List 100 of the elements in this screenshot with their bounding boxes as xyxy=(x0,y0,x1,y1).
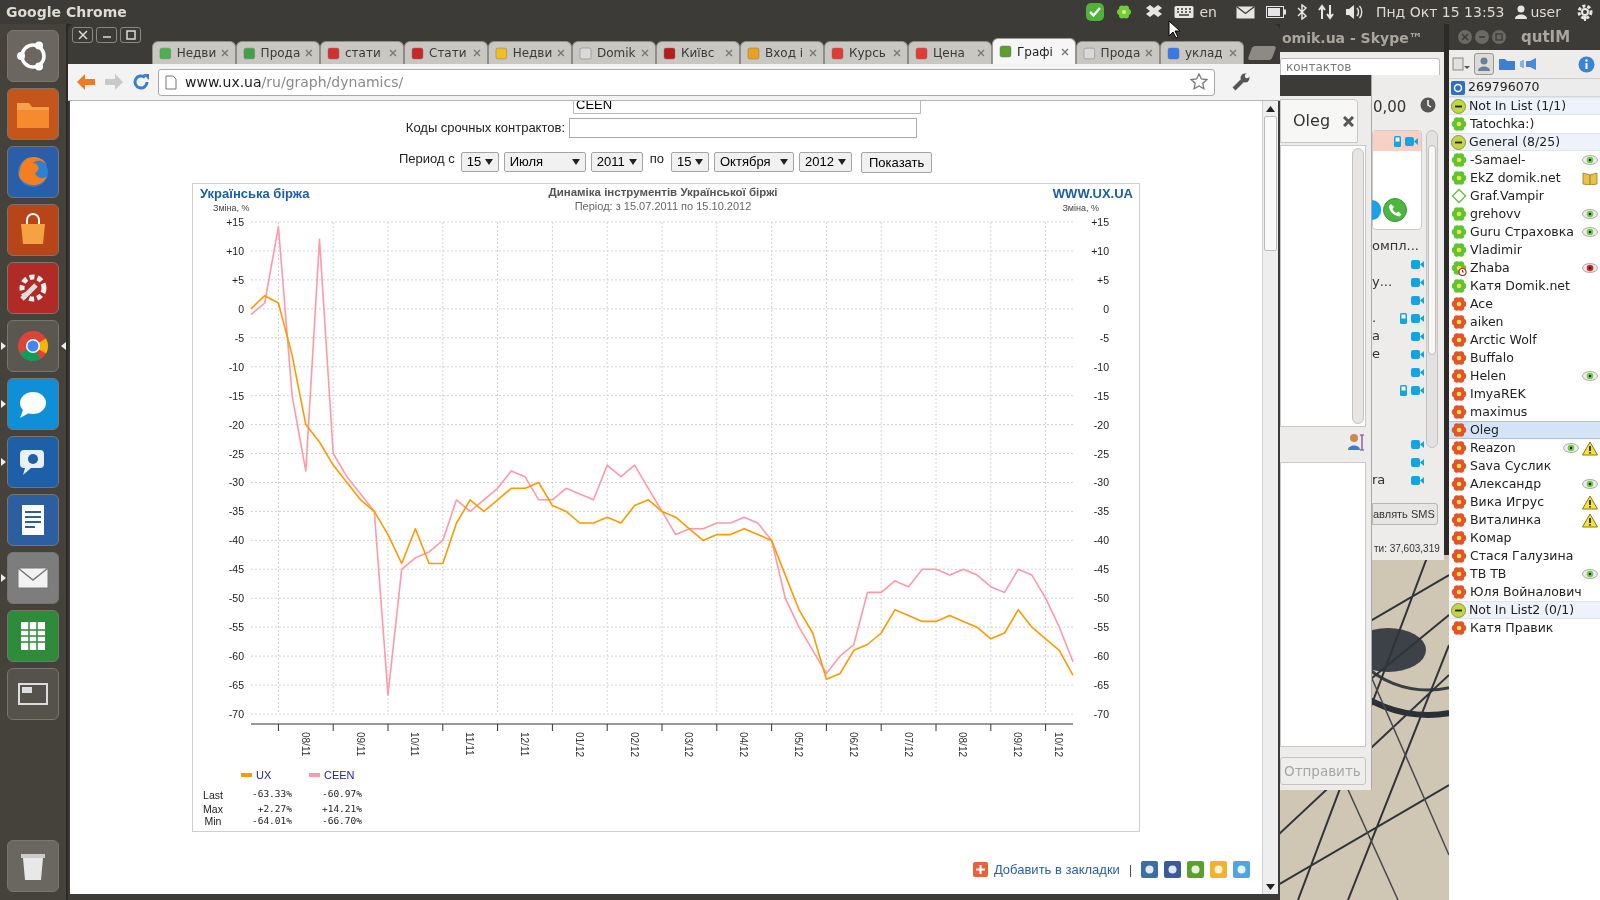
document-icon[interactable] xyxy=(7,494,59,546)
bluetooth-icon[interactable] xyxy=(1296,4,1307,20)
share-icon[interactable] xyxy=(1164,861,1181,879)
clock-icon[interactable] xyxy=(1420,97,1436,113)
collapse-icon[interactable] xyxy=(1451,98,1466,114)
contact-item[interactable]: Guru Страховка xyxy=(1449,223,1600,241)
browser-tab[interactable]: Прода xyxy=(1076,41,1160,64)
star-icon[interactable] xyxy=(1190,73,1208,91)
contact-item[interactable]: ImyaREK xyxy=(1449,385,1600,403)
contact-item[interactable]: Катя Domik.net xyxy=(1449,277,1600,295)
contact-item[interactable]: -Samael- xyxy=(1449,151,1600,169)
year-select[interactable]: 2012 xyxy=(799,152,852,172)
menu-icon[interactable] xyxy=(1452,56,1470,72)
contact-item[interactable]: Oleg xyxy=(1449,421,1600,439)
speaker-icon[interactable] xyxy=(1520,57,1538,71)
contact-item[interactable]: grehovv xyxy=(1449,205,1600,223)
contact-item[interactable]: Комар xyxy=(1449,529,1600,547)
contact-item[interactable]: Катя Правик xyxy=(1449,619,1600,637)
chat-tab[interactable]: Oleg xyxy=(1280,99,1358,143)
browser-tab[interactable]: Недви xyxy=(152,41,236,64)
contact-item[interactable]: Graf.Vampir xyxy=(1449,187,1600,205)
scroll-down-icon[interactable] xyxy=(1266,884,1275,890)
chat-button[interactable] xyxy=(1372,200,1381,220)
keyboard-layout[interactable]: en xyxy=(1199,1,1217,23)
scrollbar-thumb[interactable] xyxy=(1264,116,1277,251)
round-logo-icon[interactable] xyxy=(7,320,59,372)
bookmark-link[interactable]: Добавить в закладки xyxy=(993,860,1120,880)
group-header[interactable]: General (8/25) xyxy=(1449,133,1600,151)
volume-icon[interactable] xyxy=(1344,4,1363,20)
user-name[interactable]: user xyxy=(1530,1,1561,23)
group-header[interactable]: Not In List (1/1) xyxy=(1449,97,1600,115)
contact-item[interactable]: Ace xyxy=(1449,295,1600,313)
search-field[interactable]: контактов xyxy=(1280,58,1440,75)
browser-tab[interactable]: Недви xyxy=(488,41,572,64)
sms-button[interactable]: авлять SMS xyxy=(1372,503,1438,525)
person-icon[interactable] xyxy=(1348,433,1364,451)
day-select[interactable]: 15 xyxy=(460,152,499,172)
mail-icon[interactable] xyxy=(1235,5,1255,19)
folder-icon[interactable] xyxy=(1498,57,1516,71)
shopping-bag-icon[interactable] xyxy=(7,204,59,256)
browser-tab[interactable]: Стати xyxy=(404,41,488,64)
collapse-icon[interactable] xyxy=(1451,602,1466,618)
close-icon[interactable] xyxy=(1061,47,1069,56)
text-field[interactable] xyxy=(569,118,917,138)
day-select[interactable]: 15 xyxy=(671,152,709,172)
contact-item[interactable]: Виталинка xyxy=(1449,511,1600,529)
box-icon[interactable] xyxy=(1145,4,1164,20)
reload-button[interactable] xyxy=(132,73,150,91)
contact-item[interactable]: Zhaba xyxy=(1449,259,1600,277)
collapse-icon[interactable] xyxy=(1451,134,1466,150)
wrench-icon[interactable] xyxy=(1231,72,1251,92)
month-select[interactable]: Июля xyxy=(503,152,586,172)
browser-tab[interactable]: уклад xyxy=(1160,41,1244,64)
new-tab-button[interactable] xyxy=(1247,46,1277,60)
show-button[interactable]: Показать xyxy=(861,151,933,173)
back-button[interactable] xyxy=(76,73,96,91)
contact-item[interactable]: Стася Галузина xyxy=(1449,547,1600,565)
browser-tab[interactable]: Київс xyxy=(656,41,740,64)
contact-item[interactable]: Helen xyxy=(1449,367,1600,385)
info-icon[interactable] xyxy=(1578,55,1595,73)
browser-tab[interactable]: Вход і xyxy=(740,41,824,64)
share-icon[interactable] xyxy=(1141,861,1158,879)
browser-tab[interactable]: Графі xyxy=(992,38,1076,64)
wrench-icon[interactable] xyxy=(7,262,59,314)
contact-item[interactable]: aiken xyxy=(1449,313,1600,331)
workspaces-icon[interactable] xyxy=(7,668,59,720)
contact-item[interactable]: ТВ ТВ xyxy=(1449,565,1600,583)
check-icon[interactable] xyxy=(1085,2,1106,22)
flower-icon[interactable] xyxy=(1116,4,1133,20)
close-button[interactable] xyxy=(72,27,93,43)
transfer-arrows-icon[interactable] xyxy=(1317,4,1334,20)
globe-icon[interactable] xyxy=(7,146,59,198)
address-field[interactable]: www.ux.ua/ru/graph/dynamics/ xyxy=(158,68,1215,96)
browser-tab[interactable]: Domik xyxy=(572,41,656,64)
contact-item[interactable]: Vladimir xyxy=(1449,241,1600,259)
contact-item[interactable]: Юля Войналович xyxy=(1449,583,1600,601)
contact-item[interactable]: Reazon xyxy=(1449,439,1600,457)
contact-item[interactable]: Tatochka:) xyxy=(1449,115,1600,133)
keyboard-icon[interactable] xyxy=(1174,5,1195,19)
year-select[interactable]: 2011 xyxy=(590,152,643,172)
browser-tab[interactable]: стати xyxy=(320,41,404,64)
settings-icon[interactable] xyxy=(1576,3,1594,21)
contact-item[interactable]: Вика Игрус xyxy=(1449,493,1600,511)
contact-item[interactable]: Arctic Wolf xyxy=(1449,331,1600,349)
battery-icon[interactable] xyxy=(1265,6,1286,18)
chat-icon[interactable] xyxy=(7,436,59,488)
browser-tab[interactable]: Прода xyxy=(236,41,320,64)
scroll-up-icon[interactable] xyxy=(1266,106,1275,112)
contact-item[interactable]: Александр xyxy=(1449,475,1600,493)
contacts-button[interactable] xyxy=(1474,53,1494,75)
trash-icon[interactable] xyxy=(7,840,59,892)
user-icon[interactable] xyxy=(1515,5,1528,19)
clock-text[interactable]: Пнд Окт 15 13:53 xyxy=(1375,1,1505,23)
spreadsheet-icon[interactable] xyxy=(7,610,59,662)
contact-item[interactable]: EkZ domik.net xyxy=(1449,169,1600,187)
envelope-icon[interactable] xyxy=(7,552,59,604)
minimize-button[interactable] xyxy=(96,27,117,43)
contact-item[interactable]: maximus xyxy=(1449,403,1600,421)
scrollbar-thumb[interactable] xyxy=(1428,145,1436,355)
contact-item[interactable]: Buffalo xyxy=(1449,349,1600,367)
